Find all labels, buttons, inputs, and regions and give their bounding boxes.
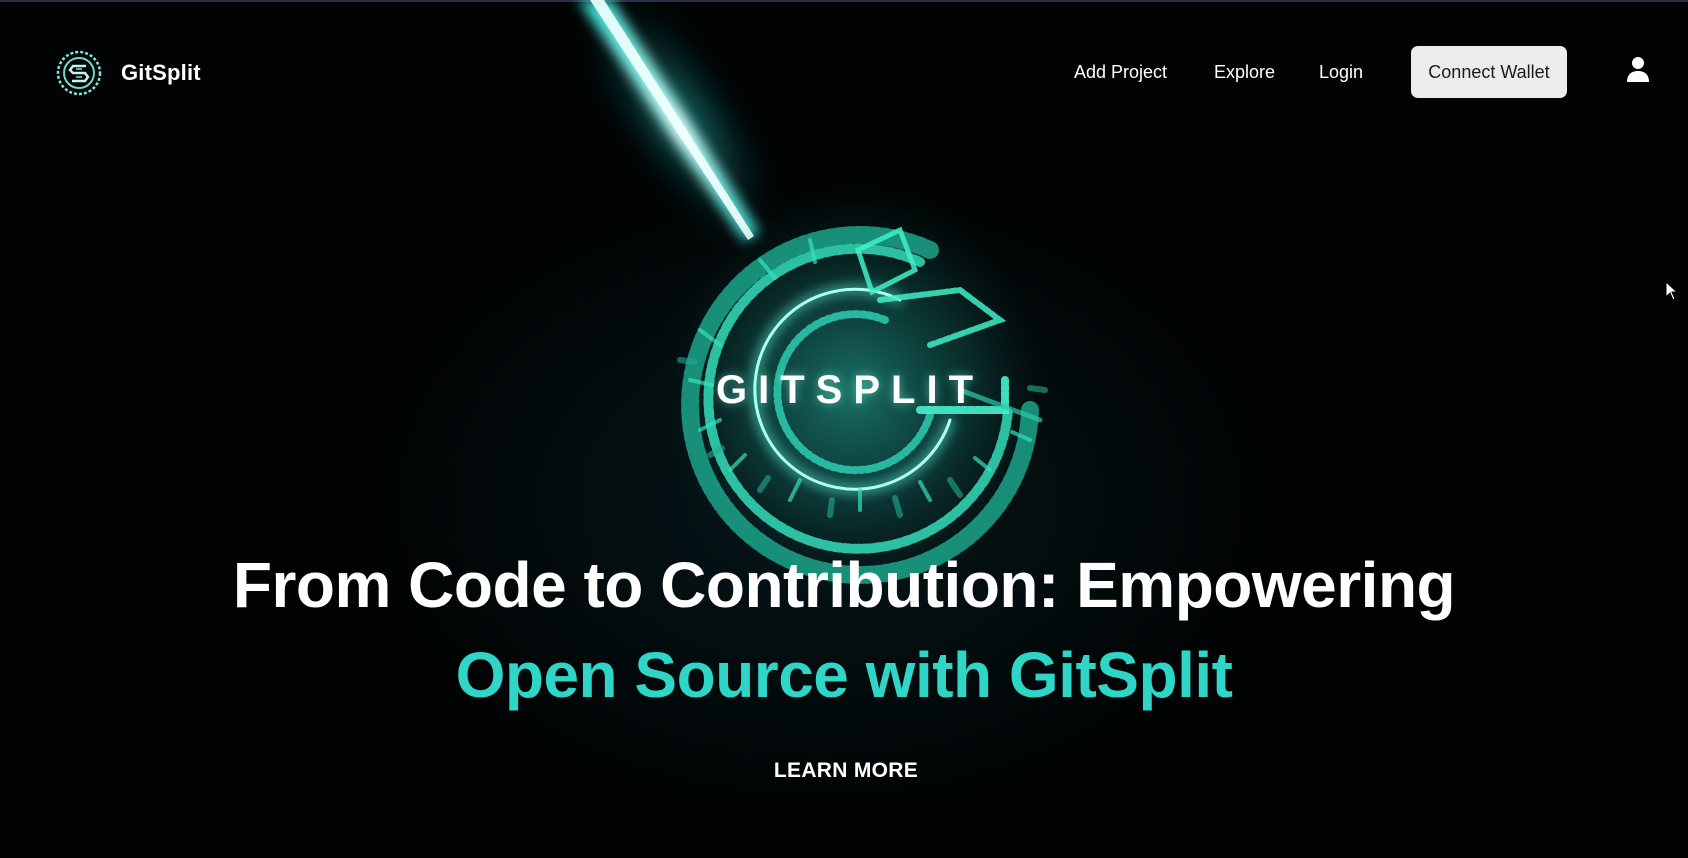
gitsplit-logo-icon bbox=[56, 50, 102, 96]
headline-line-1: From Code to Contribution: Empowering bbox=[232, 549, 1456, 621]
landing-page: GITSPLIT GitSplit Add Project Explore Lo… bbox=[0, 0, 1688, 858]
top-navbar: GitSplit Add Project Explore Login Conne… bbox=[0, 0, 1688, 145]
hero-headline: From Code to Contribution: Empowering Op… bbox=[0, 540, 1688, 720]
learn-more-button[interactable]: LEARN MORE bbox=[744, 757, 948, 785]
connect-wallet-button[interactable]: Connect Wallet bbox=[1411, 46, 1567, 98]
user-icon[interactable] bbox=[1626, 56, 1650, 84]
nav-explore-link[interactable]: Explore bbox=[1214, 60, 1275, 84]
brand[interactable]: GitSplit bbox=[56, 50, 201, 96]
nav-add-project-link[interactable]: Add Project bbox=[1074, 60, 1167, 84]
headline-line-2: Open Source with GitSplit bbox=[455, 639, 1233, 711]
brand-name: GitSplit bbox=[121, 60, 201, 85]
hero-art-wordmark: GITSPLIT bbox=[716, 368, 984, 412]
nav-login-link[interactable]: Login bbox=[1319, 60, 1363, 84]
mouse-pointer-icon bbox=[1665, 281, 1679, 301]
